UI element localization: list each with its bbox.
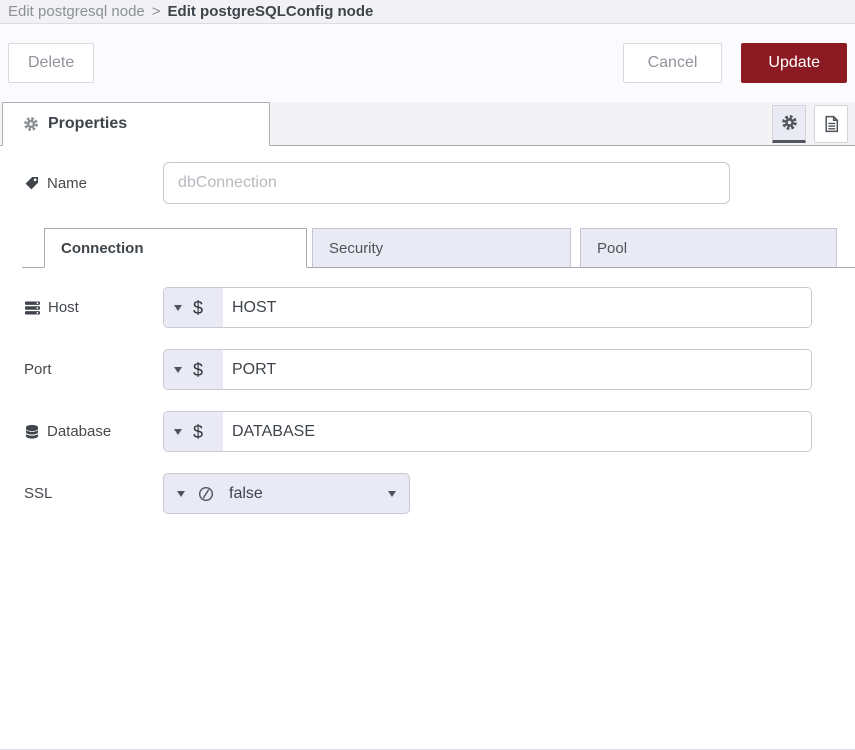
host-typed-input: $ [163, 287, 812, 328]
database-type-button[interactable]: $ [164, 412, 223, 451]
breadcrumb-separator: > [152, 3, 161, 20]
field-row-host: Host $ [24, 287, 855, 328]
tab-security-label: Security [329, 240, 383, 257]
port-typed-input: $ [163, 349, 812, 390]
tab-security[interactable]: Security [312, 228, 571, 267]
gear-icon [23, 116, 39, 132]
database-typed-input: $ [163, 411, 812, 452]
document-icon [823, 115, 840, 133]
host-input[interactable] [223, 288, 811, 327]
editor-tab-band: Properties [0, 102, 855, 146]
chevron-down-icon [388, 491, 396, 497]
cancel-button[interactable]: Cancel [623, 43, 723, 83]
env-var-type-symbol: $ [193, 361, 203, 379]
database-input[interactable] [223, 412, 811, 451]
ssl-label: SSL [24, 485, 163, 502]
delete-button[interactable]: Delete [8, 43, 94, 83]
database-label: Database [24, 423, 163, 440]
ssl-label-text: SSL [24, 485, 52, 502]
name-label-text: Name [47, 175, 87, 192]
ssl-value: false [229, 485, 263, 503]
breadcrumb: Edit postgresql node > Edit postgreSQLCo… [0, 0, 855, 24]
port-label-text: Port [24, 361, 52, 378]
breadcrumb-current: Edit postgreSQLConfig node [168, 3, 374, 20]
env-var-type-symbol: $ [193, 299, 203, 317]
dialog-toolbar: Delete Cancel Update [0, 24, 855, 102]
chevron-down-icon [174, 367, 182, 373]
name-label: Name [24, 175, 163, 192]
tag-icon [24, 175, 40, 191]
port-label: Port [24, 361, 163, 378]
database-label-text: Database [47, 423, 111, 440]
tab-pool[interactable]: Pool [580, 228, 837, 267]
breadcrumb-parent[interactable]: Edit postgresql node [8, 3, 145, 20]
env-var-type-symbol: $ [193, 423, 203, 441]
field-row-port: Port $ [24, 349, 855, 390]
tab-properties-label: Properties [48, 115, 127, 133]
show-properties-button[interactable] [772, 105, 806, 143]
tab-pool-label: Pool [597, 240, 627, 257]
port-type-button[interactable]: $ [164, 350, 223, 389]
chevron-down-icon [174, 429, 182, 435]
name-input[interactable] [163, 162, 730, 204]
field-row-database: Database $ [24, 411, 855, 452]
port-input[interactable] [223, 350, 811, 389]
tab-properties[interactable]: Properties [2, 102, 270, 146]
host-type-button[interactable]: $ [164, 288, 223, 327]
host-label-text: Host [48, 299, 79, 316]
editor-tab-toolbar [772, 102, 855, 145]
gear-icon [781, 114, 798, 131]
database-icon [24, 424, 40, 440]
update-button[interactable]: Update [741, 43, 847, 83]
show-description-button[interactable] [814, 105, 848, 143]
field-row-name: Name [24, 162, 855, 204]
section-tabs: Connection Security Pool [22, 228, 855, 268]
edit-node-dialog: Edit postgresql node > Edit postgreSQLCo… [0, 0, 855, 750]
tab-connection-label: Connection [61, 240, 144, 257]
server-icon [24, 300, 41, 316]
host-label: Host [24, 299, 163, 316]
field-row-ssl: SSL false [24, 473, 855, 514]
chevron-down-icon [177, 491, 185, 497]
ssl-dropdown[interactable]: false [163, 473, 410, 514]
bool-type-icon [198, 486, 214, 502]
tab-connection[interactable]: Connection [44, 228, 307, 268]
chevron-down-icon [174, 305, 182, 311]
node-properties-form: Name Connection Security Pool [0, 146, 855, 749]
